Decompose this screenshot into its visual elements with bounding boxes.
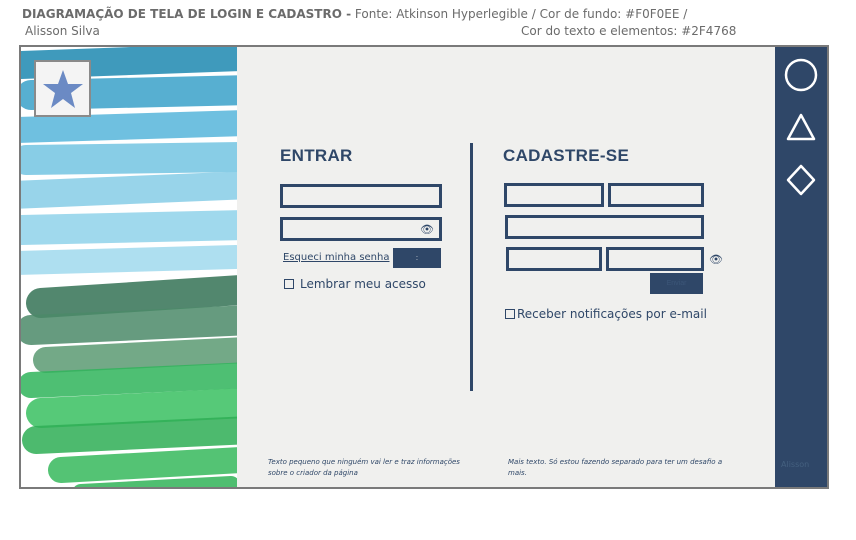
remember-checkbox[interactable] xyxy=(284,279,294,289)
eye-icon[interactable]: 👁 xyxy=(709,253,723,266)
triangle-icon[interactable] xyxy=(783,111,819,145)
right-sidebar: Alisson xyxy=(775,47,827,487)
screen-frame: ENTRAR 👁 Esqueci minha senha : Lembrar m… xyxy=(19,45,829,489)
remember-row: Lembrar meu acesso xyxy=(284,277,426,291)
login-username-field[interactable] xyxy=(280,184,442,208)
signup-confirm-password-field[interactable] xyxy=(606,247,704,271)
signup-submit-button[interactable]: Enviar xyxy=(650,273,703,294)
header-line-1: DIAGRAMAÇÃO DE TELA DE LOGIN E CADASTRO … xyxy=(22,7,687,21)
notify-label: Receber notificações por e-mail xyxy=(517,307,707,321)
footer-right-text: Mais texto. Só estou fazendo separado pa… xyxy=(508,458,723,477)
diamond-icon[interactable] xyxy=(783,162,819,198)
header-title: DIAGRAMAÇÃO DE TELA DE LOGIN E CADASTRO … xyxy=(22,7,352,21)
notify-row: Receber notificações por e-mail xyxy=(505,307,707,321)
logo[interactable] xyxy=(34,60,91,117)
notify-checkbox[interactable] xyxy=(505,309,515,319)
login-signup-panel: ENTRAR 👁 Esqueci minha senha : Lembrar m… xyxy=(237,47,775,487)
signup-title: CADASTRE-SE xyxy=(503,146,630,165)
signup-email-field[interactable] xyxy=(505,215,704,239)
header-text-color-info: Cor do texto e elementos: #2F4768 xyxy=(521,24,737,38)
section-divider xyxy=(470,143,473,391)
signup-last-name-field[interactable] xyxy=(608,183,704,207)
star-icon xyxy=(42,69,83,108)
header-bg-color-info: Cor de fundo: #F0F0EE / xyxy=(539,7,688,21)
login-password-field[interactable] xyxy=(280,217,442,241)
remember-label: Lembrar meu acesso xyxy=(300,277,426,291)
sidebar-bottom-text: Alisson xyxy=(781,460,810,469)
signup-first-name-field[interactable] xyxy=(504,183,604,207)
signup-password-field[interactable] xyxy=(506,247,602,271)
login-submit-button[interactable]: : xyxy=(393,248,441,268)
footer-left-text: Texto pequeno que ninguém vai ler e traz… xyxy=(268,458,460,477)
header-author: Alisson Silva xyxy=(25,24,100,38)
forgot-password-link[interactable]: Esqueci minha senha xyxy=(283,252,390,263)
login-title: ENTRAR xyxy=(280,146,353,165)
header-font-info: Fonte: Atkinson Hyperlegible / xyxy=(354,7,536,21)
circle-icon[interactable] xyxy=(783,57,819,93)
eye-icon[interactable]: 👁 xyxy=(420,223,434,236)
